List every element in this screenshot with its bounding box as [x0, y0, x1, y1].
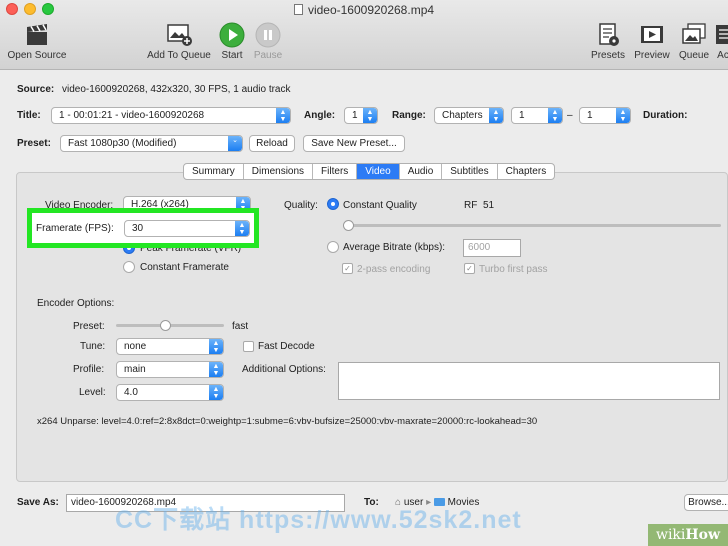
tab-filters[interactable]: Filters: [313, 164, 358, 179]
tab-audio[interactable]: Audio: [400, 164, 443, 179]
average-bitrate-radio[interactable]: [327, 241, 339, 253]
profile-label: Profile:: [73, 364, 105, 375]
turbo-first-pass-label: Turbo first pass: [479, 264, 548, 275]
save-new-preset-button[interactable]: Save New Preset...: [303, 135, 405, 152]
reload-button[interactable]: Reload: [249, 135, 295, 152]
average-bitrate-field[interactable]: 6000: [463, 239, 521, 257]
preset-label: Preset:: [17, 138, 51, 149]
activity-icon: [716, 25, 728, 44]
quality-label: Quality:: [284, 200, 318, 211]
average-bitrate-label: Average Bitrate (kbps):: [343, 242, 446, 253]
window-title: video-1600920268.mp4: [0, 3, 728, 17]
queue-button[interactable]: Queue: [676, 22, 712, 64]
duration-label: Duration:: [643, 110, 688, 121]
film-play-icon: [641, 26, 663, 43]
range-end-select[interactable]: 1 ▲ ▼: [579, 107, 631, 124]
tab-subtitles[interactable]: Subtitles: [442, 164, 498, 179]
title-label: Title:: [17, 110, 41, 121]
fast-decode-label: Fast Decode: [258, 341, 315, 352]
range-dash: –: [567, 110, 573, 121]
encoder-preset-label: Preset:: [73, 321, 105, 332]
stepper-arrows-icon: ▲▼: [548, 108, 562, 123]
additional-options-field[interactable]: [338, 362, 720, 400]
encoder-preset-value: fast: [232, 321, 249, 332]
stepper-arrows-icon: ▲▼: [209, 339, 223, 354]
tune-label: Tune:: [80, 341, 106, 352]
chevron-down-icon: ⌄: [228, 136, 242, 151]
stepper-arrows-icon: ▲▼: [276, 108, 290, 123]
stepper-arrows-icon: ▲▼: [489, 108, 503, 123]
source-info: video-1600920268, 432x320, 30 FPS, 1 aud…: [62, 84, 291, 95]
constant-quality-radio[interactable]: [327, 198, 339, 210]
range-start-select[interactable]: 1 ▲ ▼: [511, 107, 563, 124]
angle-label: Angle:: [304, 110, 336, 121]
range-label: Range:: [392, 110, 426, 121]
watermark-text: CC下载站 https://www.52sk2.net: [115, 506, 522, 534]
tune-select[interactable]: none ▲ ▼: [116, 338, 224, 355]
range-type-select[interactable]: Chapters ▲ ▼: [434, 107, 504, 124]
stepper-arrows-icon: ▲▼: [235, 221, 249, 236]
rf-value: 51: [483, 200, 495, 211]
source-label: Source:: [17, 84, 55, 95]
open-source-button[interactable]: Open Source: [4, 22, 70, 64]
play-icon: [219, 22, 245, 48]
stepper-arrows-icon: ▲▼: [209, 362, 223, 377]
queue-photos-icon: [682, 23, 706, 44]
level-label: Level:: [79, 387, 106, 398]
film-clapper-icon: [27, 24, 47, 45]
add-to-queue-button[interactable]: Add To Queue: [143, 22, 215, 64]
angle-select[interactable]: 1 ▲ ▼: [344, 107, 378, 124]
two-pass-checkbox[interactable]: ✓: [342, 263, 353, 274]
constant-framerate-label: Constant Framerate: [140, 262, 229, 273]
document-icon: [293, 4, 303, 15]
title-bar: video-1600920268.mp4 Open Source Add To …: [0, 0, 728, 70]
level-select[interactable]: 4.0 ▲ ▼: [116, 384, 224, 401]
tab-dimensions[interactable]: Dimensions: [244, 164, 314, 179]
tab-chapters[interactable]: Chapters: [498, 164, 555, 179]
save-as-label: Save As:: [17, 497, 59, 508]
profile-select[interactable]: main ▲ ▼: [116, 361, 224, 378]
wikihow-logo: wikiHow: [648, 524, 728, 546]
quality-slider[interactable]: [343, 224, 721, 227]
stepper-arrows-icon: ▲▼: [363, 108, 377, 123]
framerate-select[interactable]: 30 ▲ ▼: [124, 220, 250, 237]
rf-label: RF: [464, 200, 478, 211]
activity-button[interactable]: Ac: [713, 22, 728, 64]
presets-button[interactable]: Presets: [588, 22, 628, 64]
presets-icon: [599, 23, 619, 46]
add-photo-icon: [167, 24, 192, 46]
start-button[interactable]: Start: [218, 22, 246, 64]
encoder-preset-slider-knob[interactable]: [159, 320, 171, 331]
turbo-first-pass-checkbox[interactable]: ✓: [464, 263, 475, 274]
preview-button[interactable]: Preview: [632, 22, 672, 64]
tab-summary[interactable]: Summary: [184, 164, 244, 179]
pause-icon: [255, 22, 281, 48]
settings-tabs: Summary Dimensions Filters Video Audio S…: [183, 163, 556, 180]
quality-slider-knob[interactable]: [343, 220, 354, 231]
browse-button[interactable]: Browse...: [684, 494, 728, 511]
x264-unparse-text: x264 Unparse: level=4.0:ref=2:8x8dct=0:w…: [37, 416, 538, 427]
preset-select[interactable]: Fast 1080p30 (Modified) ⌄: [60, 135, 243, 152]
constant-framerate-radio[interactable]: [123, 261, 135, 273]
framerate-label: Framerate (FPS):: [36, 223, 114, 234]
fast-decode-checkbox[interactable]: [243, 341, 254, 352]
encoder-options-heading: Encoder Options:: [37, 298, 115, 309]
tab-video[interactable]: Video: [357, 164, 400, 179]
constant-quality-label: Constant Quality: [343, 200, 417, 211]
two-pass-label: 2-pass encoding: [357, 264, 431, 275]
pause-button[interactable]: Pause: [252, 22, 284, 64]
stepper-arrows-icon: ▲▼: [616, 108, 630, 123]
title-select[interactable]: 1 - 00:01:21 - video-1600920268 ▲ ▼: [51, 107, 291, 124]
additional-options-label: Additional Options:: [242, 364, 326, 375]
stepper-arrows-icon: ▲▼: [209, 385, 223, 400]
